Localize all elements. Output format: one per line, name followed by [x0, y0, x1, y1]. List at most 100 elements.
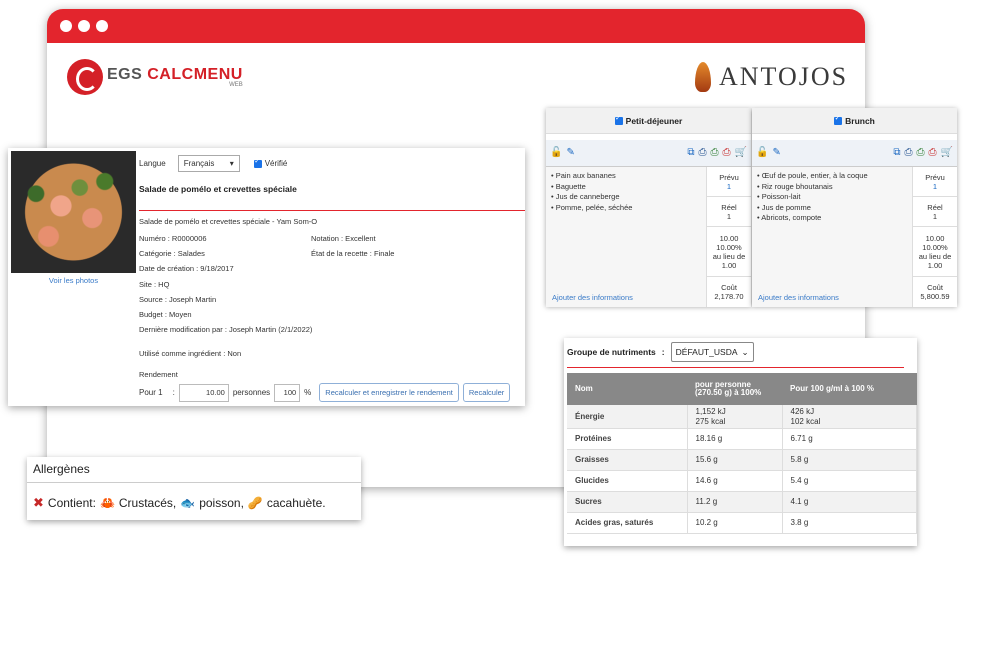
print-icon[interactable]: ⎙ — [905, 148, 913, 158]
cost-cell: Coût 2,178.70 — [707, 277, 751, 307]
unlock-icon[interactable]: 🔓 — [756, 148, 768, 158]
recalc-button[interactable]: Recalculer — [462, 383, 511, 402]
recipe-site: Site : HQ — [139, 280, 170, 289]
title-divider — [139, 210, 525, 211]
see-photos-link[interactable]: Voir les photos — [11, 276, 136, 285]
table-row: Énergie 1,152 kJ 275 kcal 426 kJ 102 kcal — [567, 405, 917, 429]
meal-card-brunch: Brunch 🔓 ✎ ⧉ ⎙ ⎙ ⎙ 🛒 • Œuf de poule, ent… — [752, 108, 957, 307]
persons-label: personnes — [232, 388, 271, 397]
pct-base: 1.00 — [721, 260, 737, 270]
pct-value: 10.00 — [925, 233, 945, 243]
yield-input[interactable]: 10.00 — [178, 383, 229, 402]
colon-label: : — [172, 388, 175, 397]
nutrient-per-person: 1,152 kJ 275 kcal — [687, 405, 783, 429]
nutrient-per-100: 6.71 g — [782, 428, 917, 450]
recalc-save-button[interactable]: Recalculer et enregistrer le rendement — [319, 383, 459, 402]
recipe-source: Source : Joseph Martin — [139, 295, 217, 304]
column-header: Pour 100 g/ml à 100 % — [782, 373, 917, 405]
meal-item: • Poisson-lait — [757, 192, 801, 201]
fish-icon: 🐟 — [180, 496, 196, 510]
cart-icon[interactable]: 🛒 — [735, 148, 747, 158]
cost-value: 5,800.59 — [920, 292, 950, 301]
meal-item: • Abricots, compote — [757, 213, 822, 222]
percentage-cell: 10.00 10.00% au lieu de 1.00 — [707, 227, 751, 277]
table-row: Protéines 18.16 g 6.71 g — [567, 428, 917, 450]
copy-icon[interactable]: ⧉ — [893, 148, 900, 158]
print-icon[interactable]: ⎙ — [917, 148, 925, 158]
print-icon[interactable]: ⎙ — [699, 148, 707, 158]
percent-input[interactable]: 100 — [274, 383, 301, 402]
meal-item: • Pomme, pelée, séchée — [551, 202, 633, 212]
recipe-card: Voir les photos Langue Français ▾ Vérifi… — [8, 148, 525, 406]
for-label: Pour 1 — [139, 388, 163, 397]
nutrient-per-100: 5.4 g — [782, 470, 917, 492]
print-icon[interactable]: ⎙ — [929, 148, 937, 158]
antojos-logo-text: ANTOJOS — [719, 62, 849, 91]
cost-label: Coût — [927, 283, 943, 292]
meal-summary: Prévu 1 Réel 1 10.00 10.00% au lieu de 1… — [706, 167, 751, 307]
planned-cell: Prévu 1 — [913, 167, 957, 197]
meal-summary: Prévu 1 Réel 1 10.00 10.00% au lieu de 1… — [912, 167, 957, 307]
meal-items-list: • Pain aux bananes • Baguette • Jus de c… — [551, 171, 632, 213]
edit-pencil-icon[interactable]: ✎ — [772, 148, 780, 158]
window-dot-icon[interactable] — [96, 20, 108, 32]
nutrient-name: Acides gras, saturés — [567, 512, 688, 534]
recipe-category: Catégorie : Salades — [139, 249, 205, 258]
nutrient-group-value: DÉFAUT_USDA — [675, 347, 738, 357]
verified-checkbox[interactable]: Vérifié — [253, 157, 288, 168]
language-label: Langue — [139, 159, 166, 168]
edit-pencil-icon[interactable]: ✎ — [566, 148, 574, 158]
recipe-budget: Budget : Moyen — [139, 310, 192, 319]
nutrient-per-person: 10.2 g — [687, 512, 783, 534]
pct-base: 1.00 — [927, 260, 943, 270]
checkbox-checked-icon[interactable] — [253, 157, 262, 168]
meal-item: • Jus de pomme — [757, 202, 811, 212]
recipe-photo[interactable] — [11, 151, 136, 273]
allergen-item: poisson, — [199, 496, 244, 510]
window-dot-icon[interactable] — [78, 20, 90, 32]
recipe-used-as-ingredient: Utilisé comme ingrédient : Non — [139, 349, 242, 358]
category-label: Catégorie : — [139, 249, 176, 258]
value-line: 275 kcal — [695, 416, 726, 426]
checkbox-checked-icon[interactable] — [834, 114, 843, 125]
chevron-down-icon: ⌄ — [741, 346, 749, 357]
recipe-rating: Notation : Excellent — [311, 234, 376, 243]
actual-label: Réel — [721, 202, 737, 212]
planned-value[interactable]: 1 — [727, 182, 731, 191]
nutrient-per-person: 18.16 g — [687, 428, 783, 450]
language-select[interactable]: Français ▾ — [177, 155, 240, 172]
meal-body: • Pain aux bananes • Baguette • Jus de c… — [546, 167, 751, 307]
print-icon[interactable]: ⎙ — [723, 148, 731, 158]
logo-text-egs: EGS — [107, 66, 143, 83]
window-dot-icon[interactable] — [60, 20, 72, 32]
checkbox-checked-icon[interactable] — [614, 114, 623, 125]
copy-icon[interactable]: ⧉ — [687, 148, 694, 158]
nutrient-group-select[interactable]: DÉFAUT_USDA ⌄ — [670, 342, 754, 362]
verified-label: Vérifié — [264, 159, 288, 168]
contains-label: Contient: — [47, 496, 96, 510]
print-icon[interactable]: ⎙ — [711, 148, 719, 158]
nutrient-table: Nom pour personne (270.50 g) à 100% Pour… — [567, 373, 917, 534]
table-row: Glucides 14.6 g 5.4 g — [567, 470, 917, 492]
nutrient-group-row: Groupe de nutriments : DÉFAUT_USDA ⌄ — [567, 342, 754, 362]
cross-icon: ✖ — [33, 495, 44, 510]
antojos-logo: ANTOJOS — [695, 62, 848, 92]
nutrient-per-person: 14.6 g — [687, 470, 783, 492]
unlock-icon[interactable]: 🔓 — [550, 148, 562, 158]
allergen-list: ✖ Contient: 🦀 Crustacés, 🐟 poisson, 🥜 ca… — [33, 495, 326, 511]
nutrient-divider — [567, 367, 904, 368]
nutrient-per-person: 11.2 g — [687, 491, 783, 513]
table-row: Graisses 15.6 g 5.8 g — [567, 449, 917, 471]
flame-icon — [695, 62, 711, 92]
nutrient-group-label: Groupe de nutriments — [567, 347, 656, 357]
value-line: 1,152 kJ — [695, 407, 726, 416]
recipe-number: Numéro : R0000006 — [139, 234, 207, 243]
planned-label: Prévu — [925, 172, 945, 182]
column-header: pour personne (270.50 g) à 100% — [687, 373, 782, 405]
planned-value[interactable]: 1 — [933, 182, 937, 191]
actual-value: 1 — [726, 211, 732, 221]
cost-value: 2,178.70 — [714, 292, 744, 301]
add-info-link[interactable]: Ajouter des informations — [758, 293, 839, 302]
cart-icon[interactable]: 🛒 — [941, 148, 953, 158]
add-info-link[interactable]: Ajouter des informations — [552, 293, 633, 302]
